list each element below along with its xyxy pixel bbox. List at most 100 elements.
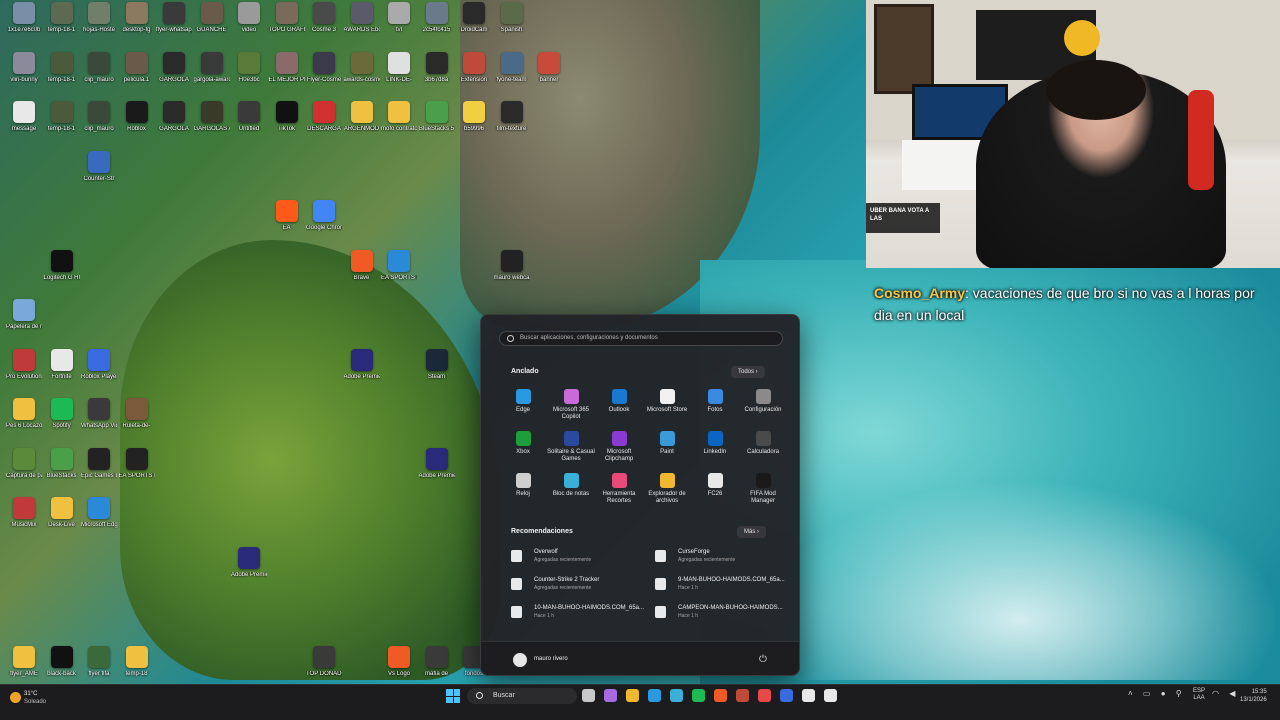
desktop-icon[interactable]: BlueStacks 5 xyxy=(419,101,455,147)
desktop-icon[interactable]: Adobe Premiere xyxy=(344,348,380,395)
pinned-app[interactable]: Microsoft Store xyxy=(643,389,691,414)
pinned-app[interactable]: Paint xyxy=(643,431,691,456)
pinned-app[interactable]: Explorador de archivos xyxy=(643,473,691,505)
desktop-icon[interactable]: BlueStacks xyxy=(44,447,80,494)
taskbar-app-task-view[interactable] xyxy=(582,689,595,702)
desktop-icon[interactable]: LINK-DE- xyxy=(381,51,417,98)
desktop-icon[interactable]: tvl xyxy=(381,2,417,48)
desktop-icon[interactable]: Spotify xyxy=(44,398,80,444)
desktop-icon[interactable]: MusicMix xyxy=(6,497,42,543)
pinned-app[interactable]: FC26 xyxy=(691,473,739,498)
pinned-app[interactable]: Solitaire & Casual Games xyxy=(547,431,595,463)
desktop-icon[interactable]: 1x1e7e6c0b xyxy=(6,2,42,48)
pinned-app[interactable]: FIFA Mod Manager xyxy=(739,473,787,505)
pinned-app[interactable]: Herramienta Recortes xyxy=(595,473,643,505)
desktop-icon[interactable]: film-texture xyxy=(494,101,530,147)
desktop-icon[interactable]: Counter-Str xyxy=(81,150,117,197)
desktop-icon[interactable]: fyone-team xyxy=(494,51,530,98)
desktop-icon[interactable]: EA SPORTS FC 26 xyxy=(119,447,155,494)
desktop-icon[interactable]: GARGOLA xyxy=(156,51,192,98)
desktop-icon[interactable]: EA SPORTS FC xyxy=(381,249,417,296)
desktop-icon[interactable]: awards-cosmo xyxy=(344,51,380,98)
power-icon[interactable]: ⏻ xyxy=(759,654,767,665)
desktop-icon[interactable]: Untitled xyxy=(231,101,267,147)
pinned-app[interactable]: Configuración xyxy=(739,389,787,414)
pinned-app[interactable]: LinkedIn xyxy=(691,431,739,456)
more-button[interactable]: Más › xyxy=(737,526,767,538)
desktop-icon[interactable]: mofo contrato xyxy=(381,101,417,147)
desktop-icon[interactable]: banner xyxy=(531,51,567,98)
desktop-icon[interactable]: Microsoft Edge xyxy=(81,497,117,543)
desktop-icon[interactable]: Pes 6 Locazos xyxy=(6,398,42,444)
pinned-app[interactable]: Fotos xyxy=(691,389,739,414)
desktop-icon[interactable]: b59996 xyxy=(456,101,492,147)
desktop-icon[interactable]: mauro webcam xyxy=(494,249,530,296)
desktop-icon[interactable]: hojas-Hoste xyxy=(81,2,117,48)
recommendation-item[interactable]: Overwolf Agregadas recientemente xyxy=(511,547,641,569)
desktop-icon[interactable]: GARGOLA xyxy=(156,101,192,147)
pinned-app[interactable]: Xbox xyxy=(499,431,547,456)
taskbar-app-notepad[interactable] xyxy=(670,689,683,702)
volume-icon[interactable]: ◀ xyxy=(1229,689,1235,698)
desktop-icon[interactable]: Papelera de reciclaje xyxy=(6,299,42,345)
desktop-icon[interactable]: GARGOLAS AWARDS xyxy=(194,101,230,147)
recommendation-item[interactable]: CAMPEON-MAN-BUHOO-HAIMODS... Hace 1 h xyxy=(655,603,785,625)
recommendation-item[interactable]: 10-MAN-BUHOO-HAIMODS.COM_65a... Hace 1 h xyxy=(511,603,644,625)
desktop-icon[interactable]: temp-18-1 xyxy=(44,2,80,48)
desktop-icon[interactable]: Spanish xyxy=(494,2,530,48)
language-indicator[interactable]: ESP LAA xyxy=(1193,688,1205,702)
desktop-icon[interactable]: Captura de pantalla xyxy=(6,447,42,494)
desktop-icon[interactable]: temp-18-1 xyxy=(44,101,80,147)
desktop-icon[interactable]: temp-18-1 xyxy=(44,51,80,98)
desktop-icon[interactable]: EL MEJOR PHOTIK xyxy=(269,51,305,98)
desktop-icon[interactable]: desktop-fg xyxy=(119,2,155,48)
desktop-icon[interactable]: WhatsApp Video 2025 xyxy=(81,398,117,444)
recommendation-item[interactable]: CurseForge Agregadas recientemente xyxy=(655,547,785,569)
pinned-app[interactable]: Calculadora xyxy=(739,431,787,456)
desktop-icon[interactable]: 2c54fc415 xyxy=(419,2,455,48)
desktop-icon[interactable]: message xyxy=(6,101,42,147)
desktop-icon[interactable]: Brave xyxy=(344,249,380,296)
taskbar-app-copilot[interactable] xyxy=(604,689,617,702)
desktop-icon[interactable]: Fortnite xyxy=(44,348,80,395)
desktop-icon[interactable]: Steam xyxy=(419,348,455,395)
desktop-icon[interactable]: Ruleta-de- xyxy=(119,398,155,444)
recommendation-item[interactable]: Counter-Strike 2 Tracker Agregadas recien… xyxy=(511,575,641,597)
taskbar-app-chrome[interactable] xyxy=(736,689,749,702)
wifi-icon[interactable]: ◠ xyxy=(1212,689,1219,698)
avatar[interactable] xyxy=(513,653,527,667)
desktop-icon[interactable]: Epic Games Launcher xyxy=(81,447,117,494)
desktop-icon[interactable]: Logitech G HUB xyxy=(44,249,80,296)
taskbar-search[interactable]: Buscar xyxy=(467,688,577,704)
shield-icon[interactable]: ● xyxy=(1161,689,1166,698)
clock[interactable]: 15:35 13/1/2026 xyxy=(1240,688,1267,704)
volume-area[interactable]: ◠ ◀ xyxy=(1212,689,1243,698)
desktop-icon[interactable]: Flyer-Cosme xyxy=(306,51,342,98)
taskbar-app-file-explorer[interactable] xyxy=(626,689,639,702)
desktop-icon[interactable]: ARGENMOD xyxy=(344,101,380,147)
desktop-icon[interactable]: DESCARGA xyxy=(306,101,342,147)
desktop-icon[interactable]: Desk-Live xyxy=(44,497,80,543)
desktop-icon[interactable]: Adobe Premiere xyxy=(419,447,455,494)
desktop-icon[interactable]: AWARDS Ebook xyxy=(344,2,380,48)
desktop-icon[interactable]: Roblox Player xyxy=(81,348,117,395)
start-button[interactable] xyxy=(446,689,460,703)
pinned-app[interactable]: Edge xyxy=(499,389,547,414)
desktop-icon[interactable]: 3b67d8a xyxy=(419,51,455,98)
desktop-icon[interactable]: video xyxy=(231,2,267,48)
desktop-icon[interactable]: GUANCHE xyxy=(194,2,230,48)
desktop-icon[interactable]: Cosme 3 xyxy=(306,2,342,48)
taskbar-app-game[interactable] xyxy=(824,689,837,702)
desktop-icon[interactable]: Fl0e3bc xyxy=(231,51,267,98)
desktop-icon[interactable]: TikTok xyxy=(269,101,305,147)
taskbar-app-obs[interactable] xyxy=(758,689,771,702)
desktop-icon[interactable]: vlin-bunny xyxy=(6,51,42,98)
desktop-icon[interactable]: gargola-awards xyxy=(194,51,230,98)
desktop-icon[interactable]: flyer-whatsapp xyxy=(156,2,192,48)
start-search-input[interactable]: Buscar aplicaciones, configuraciones y d… xyxy=(499,331,783,346)
taskbar-app-capcut[interactable] xyxy=(802,689,815,702)
pinned-app[interactable]: Outlook xyxy=(595,389,643,414)
desktop-icon[interactable]: DroidCam xyxy=(456,2,492,48)
taskbar-app-store[interactable] xyxy=(780,689,793,702)
all-apps-button[interactable]: Todos › xyxy=(731,366,765,378)
